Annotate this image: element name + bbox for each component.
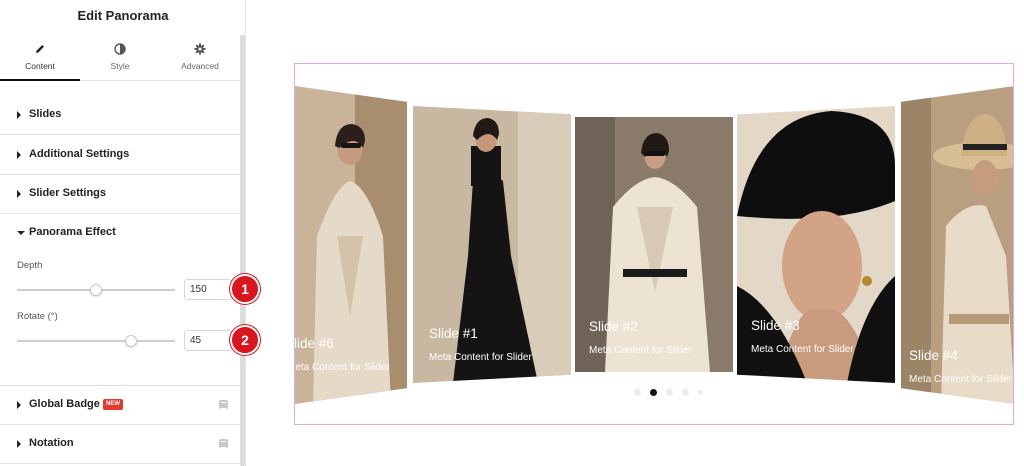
callout-marker-1: 1	[230, 274, 260, 304]
slide-3-meta: Meta Content for Slider	[751, 344, 854, 355]
pagination-dot-5[interactable]	[698, 390, 703, 395]
slide-6-photo	[295, 86, 407, 404]
slide-6-meta: Meta Content for Slider	[295, 362, 390, 373]
slide-6-title: Slide #6	[295, 336, 334, 351]
slide-1-title: Slide #1	[429, 326, 478, 341]
panel-tabs: Content Style Advanced	[0, 35, 240, 81]
scrollbar-thumb[interactable]	[240, 35, 245, 466]
slide-3-title: Slide #3	[751, 318, 800, 333]
depth-slider-handle[interactable]	[90, 284, 102, 296]
depth-label: Depth	[17, 260, 43, 271]
section-global-badge-label: Global Badge	[29, 398, 100, 410]
pro-feature-icon	[219, 439, 228, 448]
slide-2[interactable]: Slide #2 Meta Content for Slider	[575, 117, 733, 372]
tab-style[interactable]: Style	[80, 35, 160, 81]
depth-input[interactable]	[184, 279, 232, 300]
section-slides[interactable]: Slides	[0, 96, 240, 135]
caret-right-icon	[17, 401, 21, 409]
panorama-preview: Slide #6 Meta Content for Slider Slide #…	[294, 63, 1014, 425]
pagination-dot-3[interactable]	[666, 389, 673, 396]
pagination-dot-2[interactable]	[650, 389, 657, 396]
tab-advanced[interactable]: Advanced	[160, 35, 240, 81]
panorama-effect-controls: Depth Rotate (°)	[0, 214, 240, 386]
slide-4[interactable]: Slide #4 Meta Content for Slider	[901, 86, 1013, 404]
slide-4-meta: Meta Content for Slider	[909, 374, 1012, 385]
slide-1-photo	[413, 106, 571, 383]
slide-3[interactable]: Slide #3 Meta Content for Slider	[737, 106, 895, 383]
rotate-slider-handle[interactable]	[124, 335, 137, 347]
section-notation-label: Notation	[29, 437, 74, 449]
pagination-dot-4[interactable]	[682, 389, 689, 396]
contrast-icon	[114, 43, 126, 55]
slide-1[interactable]: Slide #1 Meta Content for Slider	[413, 106, 571, 383]
tab-advanced-label: Advanced	[181, 61, 219, 71]
rotate-slider[interactable]	[17, 335, 175, 347]
callout-marker-2: 2	[230, 325, 260, 355]
slide-3-photo	[737, 106, 895, 383]
panel-title: Edit Panorama	[77, 8, 169, 23]
panel-scrollbar[interactable]	[240, 35, 245, 466]
slide-6[interactable]: Slide #6 Meta Content for Slider	[295, 86, 407, 404]
pro-feature-icon	[219, 400, 228, 409]
slide-2-meta: Meta Content for Slider	[589, 345, 692, 356]
rotate-input[interactable]	[184, 330, 232, 351]
section-notation[interactable]: Notation	[0, 425, 240, 464]
rotate-label: Rotate (°)	[17, 311, 58, 322]
section-additional-settings[interactable]: Additional Settings	[0, 136, 240, 175]
section-additional-settings-label: Additional Settings	[29, 148, 130, 160]
section-slider-settings-label: Slider Settings	[29, 187, 107, 199]
tab-content-label: Content	[25, 61, 55, 71]
pagination-dot-1[interactable]	[634, 389, 641, 396]
slide-4-title: Slide #4	[909, 348, 958, 363]
pencil-icon	[36, 45, 44, 53]
gear-icon	[194, 43, 206, 55]
caret-right-icon	[17, 151, 21, 159]
caret-right-icon	[17, 111, 21, 119]
section-slides-label: Slides	[29, 108, 62, 120]
slide-1-meta: Meta Content for Slider	[429, 352, 532, 363]
new-badge: NEW	[103, 399, 123, 410]
tab-style-label: Style	[110, 61, 130, 71]
editor-panel: Edit Panorama Content Style Advanced Sli…	[0, 0, 246, 466]
tab-content[interactable]: Content	[0, 35, 80, 81]
caret-right-icon	[17, 440, 21, 448]
depth-slider[interactable]	[17, 284, 175, 296]
section-global-badge[interactable]: Global Badge NEW	[0, 386, 240, 425]
slide-2-title: Slide #2	[589, 319, 638, 334]
caret-right-icon	[17, 190, 21, 198]
section-slider-settings[interactable]: Slider Settings	[0, 175, 240, 214]
